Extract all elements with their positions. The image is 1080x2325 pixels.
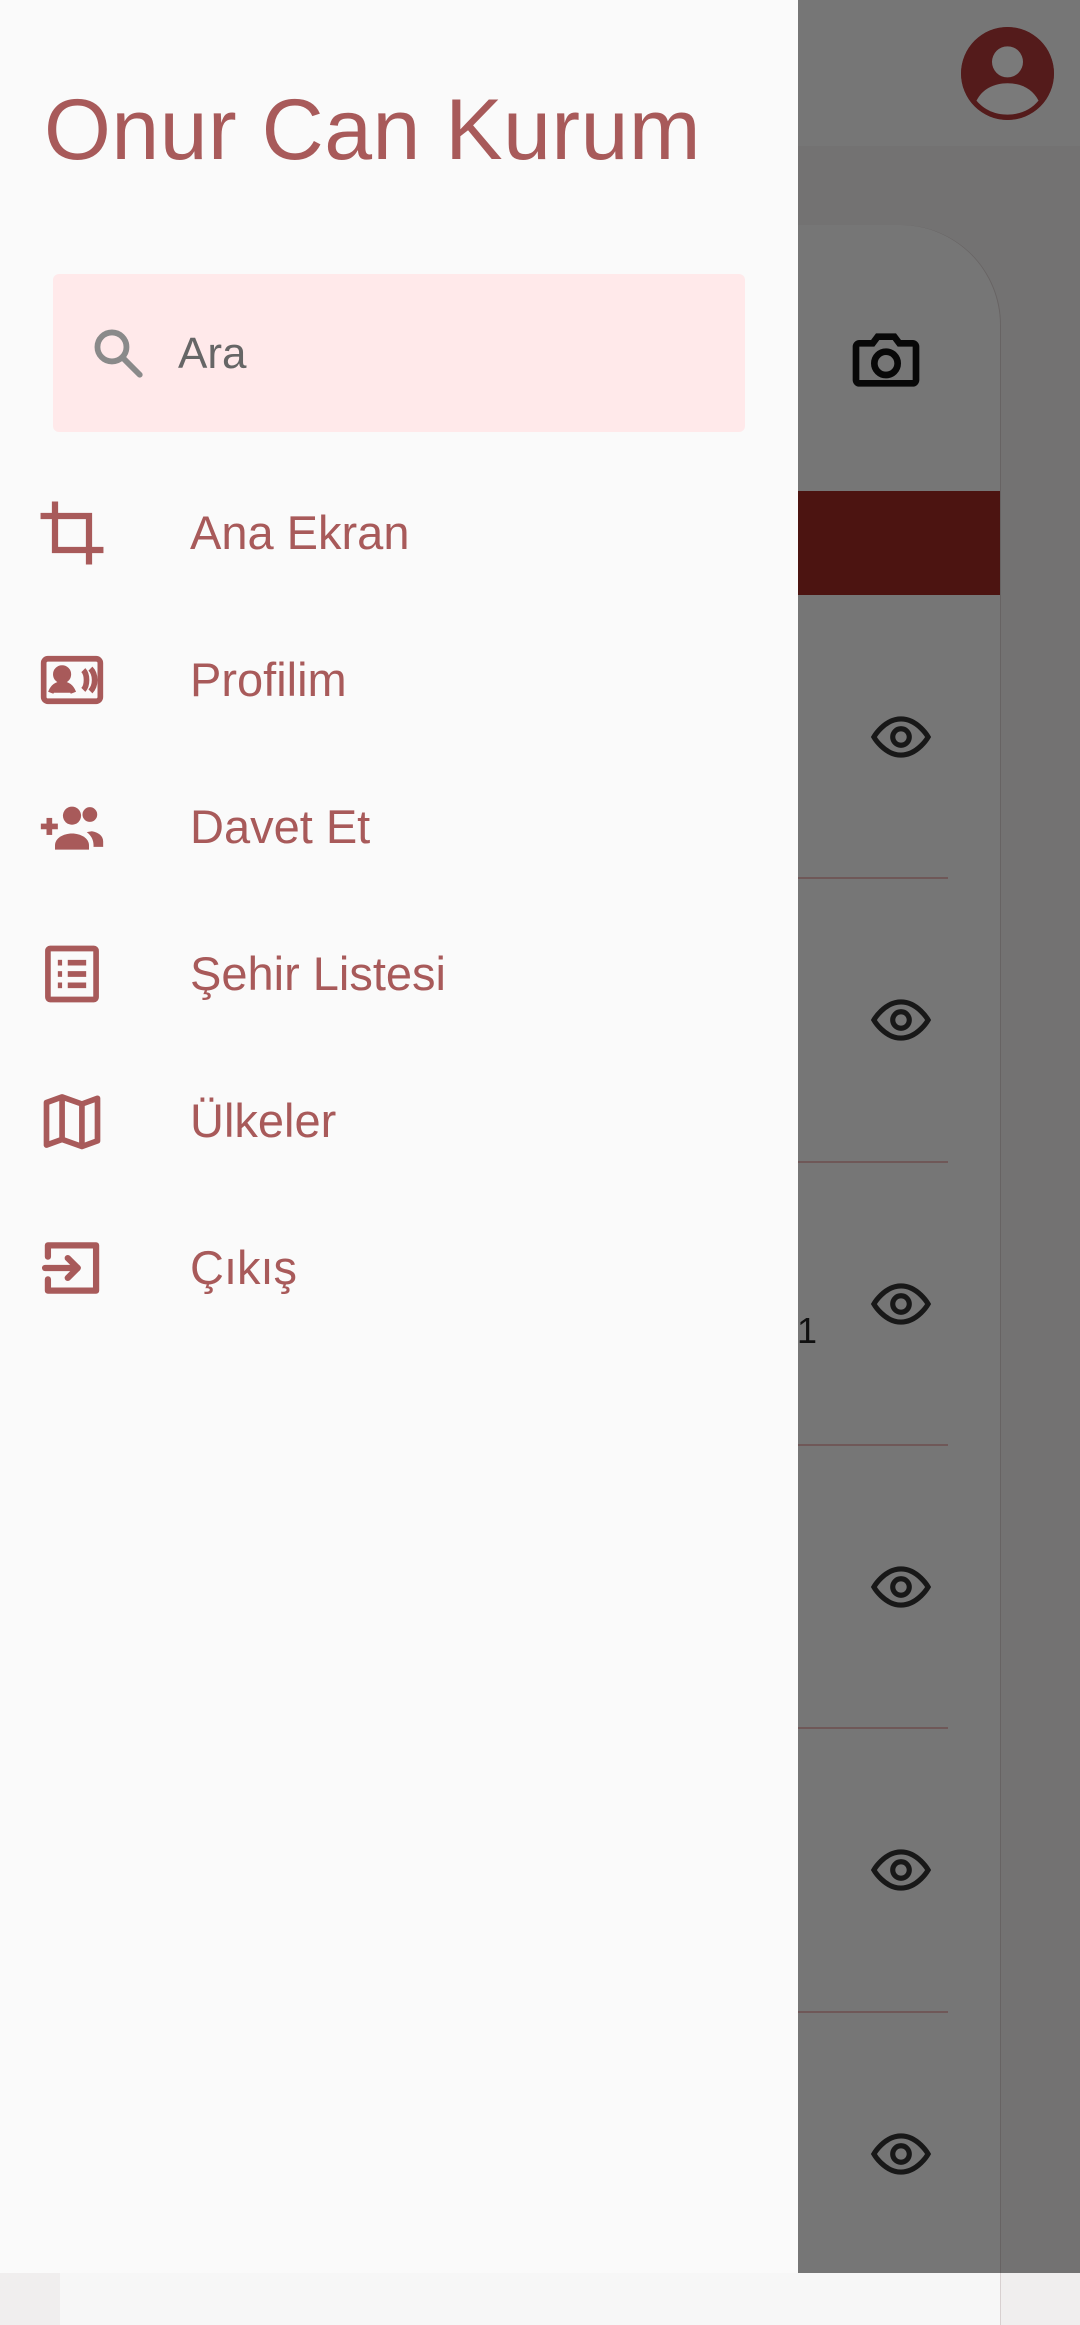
search-field[interactable] — [53, 274, 745, 432]
menu-item-home[interactable]: Ana Ekran — [0, 457, 798, 604]
search-input[interactable] — [178, 314, 698, 394]
menu-item-logout[interactable]: Çıkış — [0, 1192, 798, 1339]
crop-icon — [38, 499, 106, 567]
map-icon — [38, 1087, 106, 1155]
menu-item-label: Profilim — [190, 653, 347, 706]
menu-item-city-list[interactable]: Şehir Listesi — [0, 898, 798, 1045]
menu-item-profile[interactable]: Profilim — [0, 604, 798, 751]
drawer-user-name: Onur Can Kurum — [44, 82, 702, 178]
search-icon — [89, 324, 147, 382]
menu-item-countries[interactable]: Ülkeler — [0, 1045, 798, 1192]
logout-icon — [38, 1234, 106, 1302]
group-add-icon — [38, 793, 106, 861]
menu-item-label: Ülkeler — [190, 1094, 337, 1147]
menu-item-label: Ana Ekran — [190, 506, 410, 559]
list-icon — [38, 940, 106, 1008]
navigation-drawer: Onur Can Kurum Ana Ekran — [0, 0, 798, 2273]
menu-item-label: Çıkış — [190, 1241, 298, 1294]
menu-item-label: Şehir Listesi — [190, 947, 446, 1000]
menu-item-invite[interactable]: Davet Et — [0, 751, 798, 898]
menu-item-label: Davet Et — [190, 800, 371, 853]
contact-card-icon — [38, 646, 106, 714]
